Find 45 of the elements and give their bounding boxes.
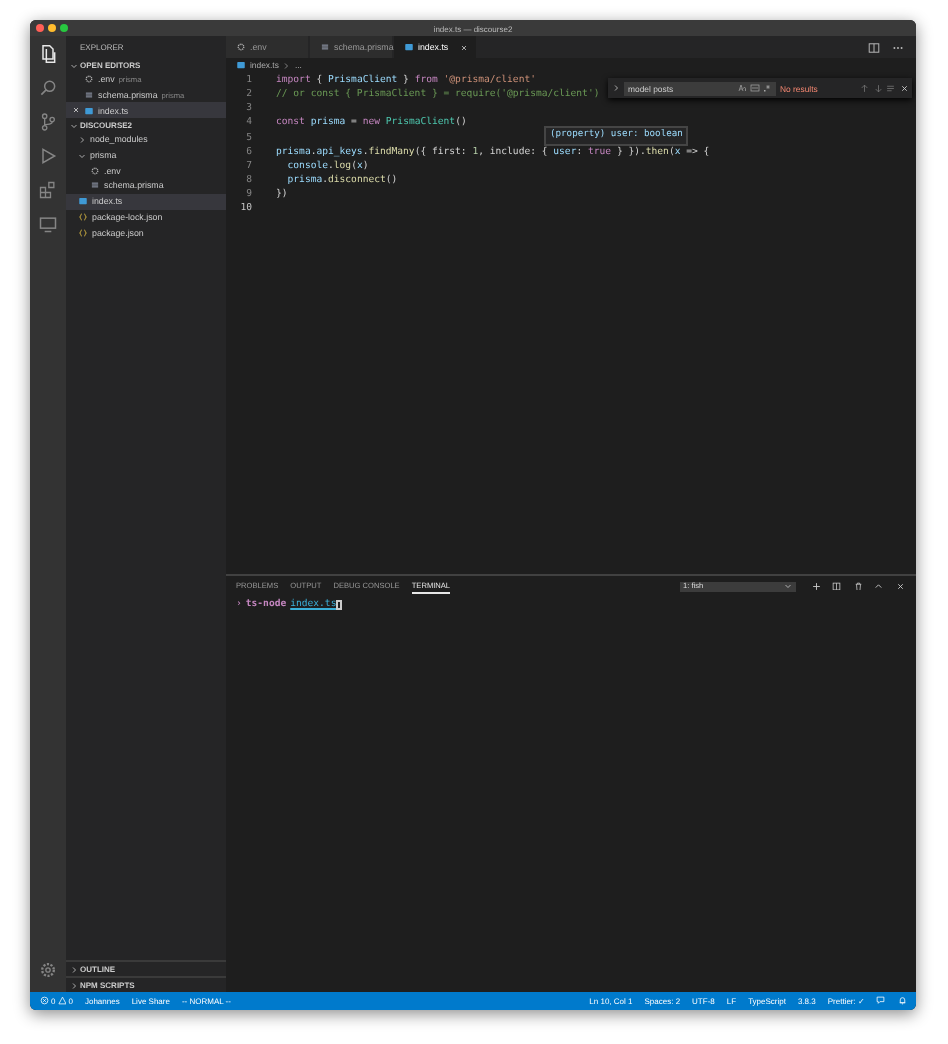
chevron-right-icon[interactable] bbox=[78, 135, 86, 144]
branch-icon[interactable] bbox=[38, 112, 58, 132]
close-window-button[interactable] bbox=[36, 24, 44, 32]
zoom-window-button[interactable] bbox=[60, 24, 68, 32]
chevron-right-icon[interactable] bbox=[612, 84, 620, 92]
feedback-icon[interactable] bbox=[876, 996, 885, 1006]
typescript-file-icon bbox=[84, 105, 94, 116]
lines-file-icon bbox=[320, 42, 330, 52]
settings-icon[interactable] bbox=[38, 960, 58, 980]
monitor-icon[interactable] bbox=[38, 214, 58, 234]
error-icon bbox=[40, 996, 49, 1006]
search-icon[interactable] bbox=[38, 78, 58, 98]
close-icon[interactable] bbox=[899, 83, 908, 93]
warning-icon bbox=[57, 996, 67, 1006]
typescript-file-icon bbox=[404, 42, 414, 52]
chevron-down-icon[interactable] bbox=[70, 61, 78, 69]
files-icon[interactable] bbox=[38, 44, 58, 64]
gear-file-icon bbox=[236, 42, 246, 52]
split-editor-icon[interactable] bbox=[868, 41, 880, 53]
bell-icon[interactable] bbox=[897, 996, 906, 1006]
close-icon[interactable] bbox=[460, 43, 468, 51]
lines-file-icon bbox=[90, 180, 100, 191]
close-icon[interactable] bbox=[895, 581, 904, 591]
typescript-file-icon bbox=[78, 196, 88, 207]
regex-icon[interactable] bbox=[762, 84, 772, 92]
extensions-icon[interactable] bbox=[38, 180, 58, 200]
match-case-icon[interactable] bbox=[738, 84, 748, 92]
chevron-up-icon[interactable] bbox=[874, 581, 883, 591]
split-terminal-icon[interactable] bbox=[832, 581, 841, 591]
play-icon[interactable] bbox=[38, 146, 58, 166]
typescript-file-icon bbox=[236, 60, 246, 70]
chevron-right-icon[interactable] bbox=[70, 981, 78, 989]
arrow-down-icon[interactable] bbox=[873, 83, 882, 93]
braces-file-icon bbox=[78, 227, 88, 238]
lines-file-icon bbox=[84, 90, 94, 101]
gear-file-icon bbox=[90, 165, 100, 176]
braces-file-icon bbox=[78, 211, 88, 222]
plus-icon[interactable] bbox=[811, 581, 820, 591]
trash-icon[interactable] bbox=[853, 581, 862, 591]
gear-file-icon bbox=[84, 74, 94, 85]
whole-word-icon[interactable] bbox=[750, 84, 760, 92]
caret-icon bbox=[783, 582, 791, 590]
minimize-window-button[interactable] bbox=[48, 24, 56, 32]
terminal-cursor bbox=[336, 599, 343, 609]
arrow-up-icon[interactable] bbox=[860, 83, 869, 93]
